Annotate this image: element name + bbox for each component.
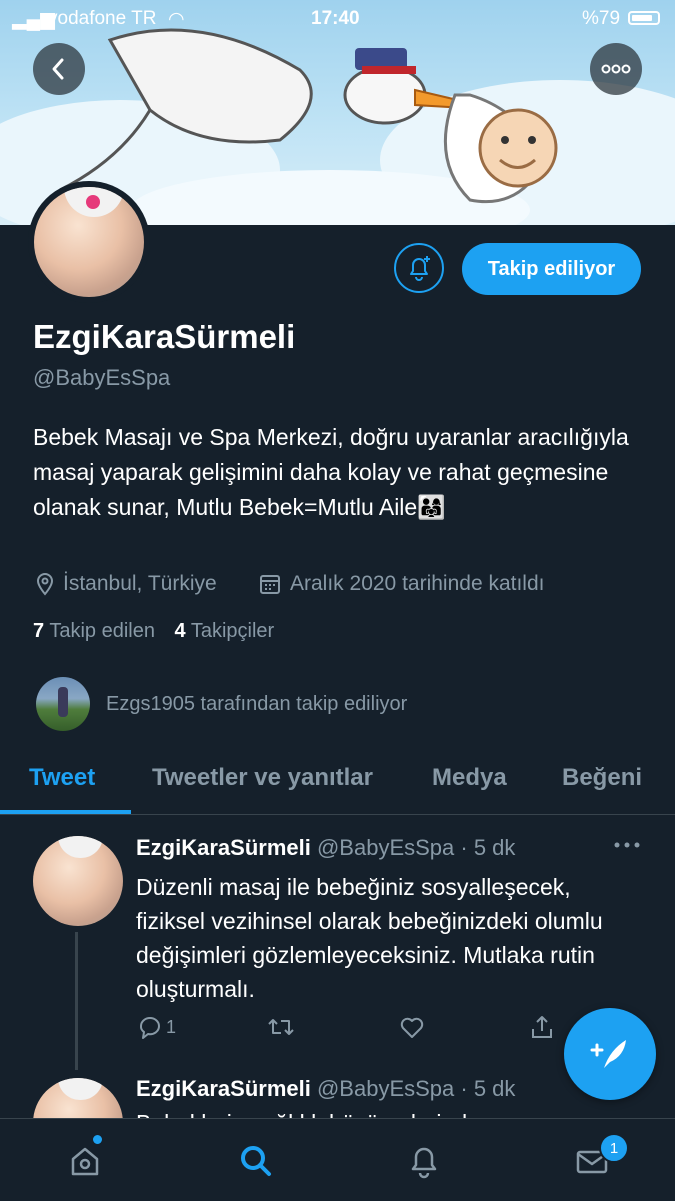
- retweet-button[interactable]: [266, 1013, 296, 1041]
- tweet-time: · 5 dk: [460, 835, 516, 860]
- following-button[interactable]: Takip ediliyor: [462, 243, 641, 295]
- battery-icon: [628, 11, 660, 25]
- profile-joined: Aralık 2020 tarihinde katıldı: [258, 572, 544, 596]
- retweet-icon: [268, 1019, 294, 1035]
- tweet-text-content: Bebeklerin sağlıklı büyümelerinde ...: [136, 1110, 505, 1118]
- home-unread-dot: [93, 1135, 102, 1144]
- tweet-author-name[interactable]: EzgiKaraSürmeli: [136, 835, 311, 860]
- share-icon: [532, 1016, 552, 1038]
- profile-location: İstanbul, Türkiye: [33, 572, 217, 596]
- share-button[interactable]: [528, 1013, 556, 1041]
- joined-text: Aralık 2020 tarihinde katıldı: [290, 572, 545, 595]
- nav-notifications[interactable]: [404, 1141, 444, 1181]
- battery-percent: %79: [582, 8, 621, 29]
- messages-badge: 1: [599, 1133, 629, 1163]
- notifications-toggle-button[interactable]: [394, 243, 444, 293]
- profile-avatar[interactable]: [28, 181, 150, 303]
- compose-tweet-button[interactable]: [564, 1008, 656, 1100]
- bell-icon: [411, 1147, 437, 1179]
- like-button[interactable]: [398, 1013, 426, 1041]
- clock: 17:40: [311, 8, 360, 29]
- nav-search[interactable]: [236, 1141, 276, 1181]
- back-button[interactable]: [33, 43, 85, 95]
- thread-connector: [75, 932, 78, 1070]
- tab-tweets[interactable]: Tweet: [29, 764, 95, 792]
- heart-icon: [400, 1017, 424, 1038]
- reply-icon: [140, 1017, 161, 1039]
- tweet-author-handle[interactable]: @BabyEsSpa: [317, 835, 454, 860]
- tweet-text: Düzenli masaj ile bebeğiniz sosyalleşece…: [136, 874, 603, 1002]
- wifi-icon: ◠: [168, 9, 185, 30]
- search-icon: [241, 1146, 271, 1176]
- followed-by-row[interactable]: Ezgs1905 tarafından takip ediliyor: [36, 677, 407, 731]
- ellipsis-icon: [614, 842, 640, 848]
- tweet-author-name[interactable]: EzgiKaraSürmeli: [136, 1076, 311, 1101]
- following-count: 7: [33, 620, 45, 642]
- tab-tweets-and-replies[interactable]: Tweetler ve yanıtlar: [152, 764, 373, 792]
- tweet-time: · 5 dk: [460, 1076, 516, 1101]
- tweet-author-handle[interactable]: @BabyEsSpa: [317, 1076, 454, 1101]
- carrier-label: vodafone TR: [48, 8, 157, 29]
- calendar-icon: [260, 575, 280, 594]
- tweet-header: EzgiKaraSürmeli @BabyEsSpa · 5 dk: [136, 835, 515, 861]
- followers-count: 4: [174, 620, 186, 642]
- tweet-text: Bebeklerin sağlıklı büyümelerinde ...: [136, 1104, 636, 1118]
- following-link[interactable]: 7 Takip edilen: [33, 620, 155, 642]
- tweet-header: EzgiKaraSürmeli @BabyEsSpa · 5 dk: [136, 1076, 515, 1102]
- follow-stats: 7 Takip edilen 4 Takipçiler: [33, 620, 274, 643]
- profile-handle: @BabyEsSpa: [33, 365, 171, 390]
- feather-plus-icon: [590, 1040, 626, 1068]
- profile-display-name: EzgiKaraSürmeli: [33, 318, 296, 355]
- follower-avatar: [36, 677, 90, 731]
- ellipsis-icon: [601, 64, 631, 74]
- more-options-button[interactable]: [590, 43, 642, 95]
- avatar-image: [34, 187, 144, 297]
- location-text: İstanbul, Türkiye: [63, 572, 217, 595]
- profile-tabs: Tweet Tweetler ve yanıtlar Medya Beğeni: [0, 752, 675, 815]
- chevron-left-icon: [52, 58, 64, 80]
- tab-media[interactable]: Medya: [432, 764, 507, 792]
- active-tab-indicator: [0, 810, 131, 814]
- reply-button[interactable]: 1: [136, 1013, 176, 1041]
- home-icon: [71, 1147, 99, 1176]
- bottom-navigation: [0, 1118, 675, 1201]
- bell-plus-icon: [410, 256, 430, 281]
- status-bar: ▂▄▆ vodafone TR ◠ 17:40 %79: [0, 0, 675, 36]
- tab-likes[interactable]: Beğeni: [562, 764, 642, 792]
- tweet-avatar[interactable]: [33, 836, 123, 926]
- reply-count: 1: [166, 1016, 177, 1037]
- nav-home[interactable]: [65, 1141, 105, 1181]
- location-pin-icon: [36, 573, 54, 596]
- followers-link[interactable]: 4 Takipçiler: [175, 620, 275, 642]
- following-label: Takip edilen: [49, 620, 155, 642]
- profile-bio: Bebek Masajı ve Spa Merkezi, doğru uyara…: [33, 424, 629, 520]
- followers-label: Takipçiler: [190, 620, 275, 642]
- followed-by-text: Ezgs1905 tarafından takip ediliyor: [106, 692, 408, 715]
- tweet-more-button[interactable]: [612, 830, 642, 860]
